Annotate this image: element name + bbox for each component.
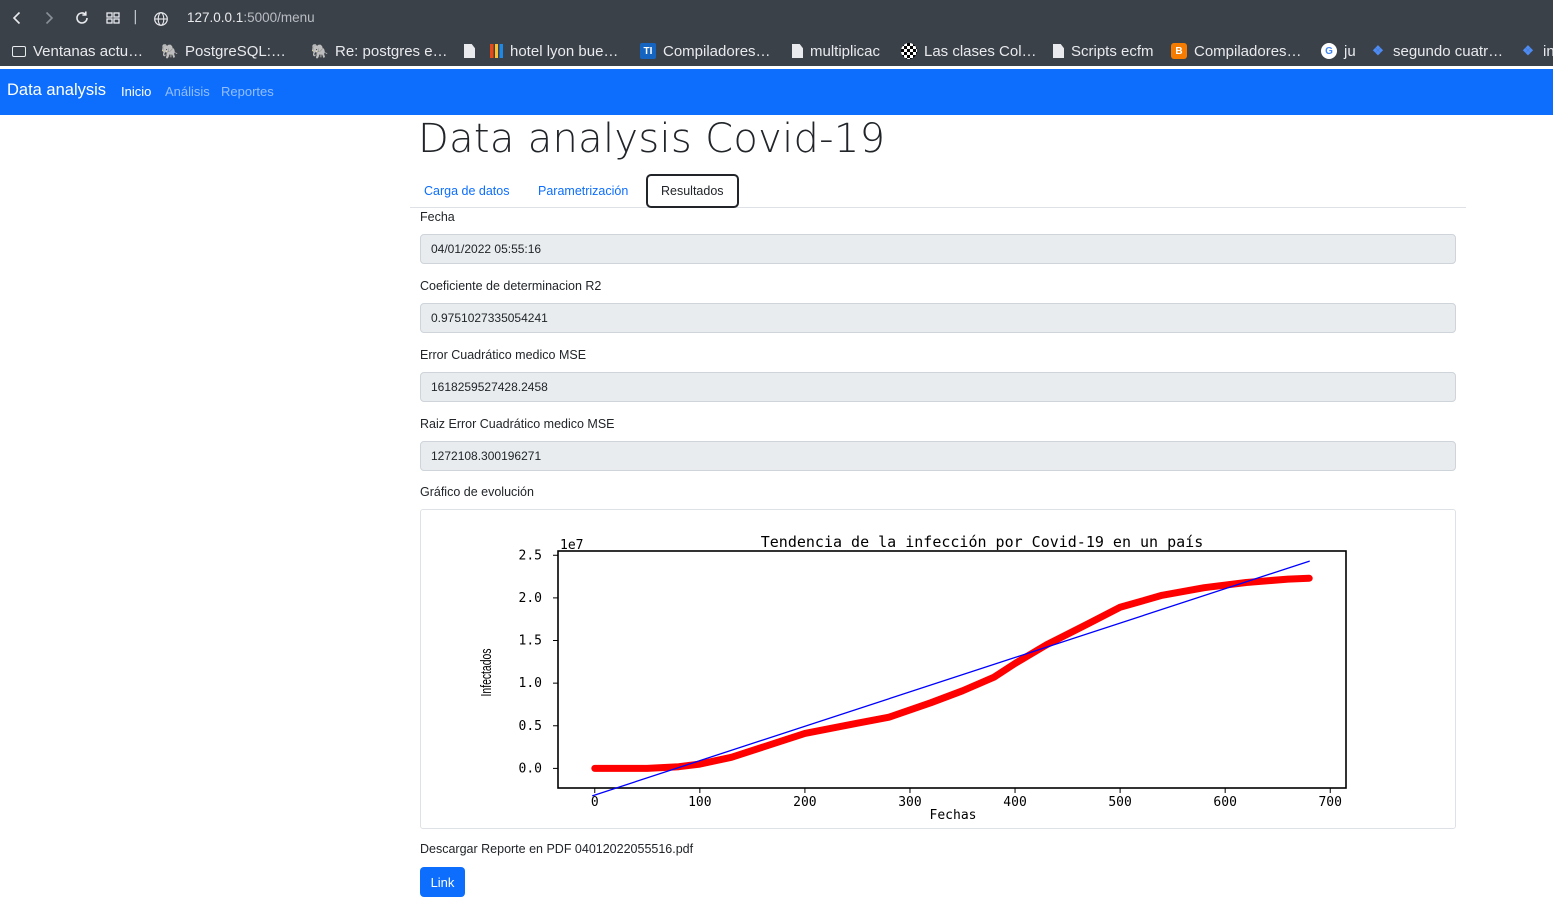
y-tick-label: 2.0 <box>519 591 542 606</box>
folder-icon <box>12 45 26 57</box>
document-icon <box>1053 44 1064 58</box>
x-tick-label: 700 <box>1318 795 1341 810</box>
chart-title: Tendencia de la infección por Covid-19 e… <box>761 533 1204 551</box>
globe-icon <box>154 12 168 26</box>
chart-section-label: Gráfico de evolución <box>420 485 534 499</box>
bookmark-item[interactable]: B Compiladores… <box>1171 42 1302 60</box>
browser-toolbar: | 127.0.0.1:5000/menu <box>0 0 1553 37</box>
nav-reportes[interactable]: Reportes <box>221 84 274 99</box>
bookmarks-bar: Ventanas actu… 🐘 PostgreSQL:… 🐘 Re: postgr… <box>0 37 1553 66</box>
regression-line <box>592 560 1310 797</box>
bookmark-item[interactable]: Ventanas actu… <box>12 42 143 60</box>
y-axis-label: Infectados <box>477 649 494 697</box>
y-tick-label: 0.0 <box>519 761 542 776</box>
bookmark-item[interactable] <box>464 42 475 60</box>
y-multiplier-label: 1e7 <box>560 538 583 553</box>
y-tick-label: 2.5 <box>519 548 542 563</box>
bookmark-item[interactable]: Gju <box>1321 42 1356 60</box>
mse-field[interactable]: 1618259527428.2458 <box>420 372 1456 402</box>
bookmark-item[interactable]: multiplicac <box>792 42 880 60</box>
checker-icon <box>901 43 917 59</box>
x-tick-label: 500 <box>1108 795 1131 810</box>
y-tick-label: 1.5 <box>519 634 542 649</box>
postgres-icon: 🐘 <box>161 42 179 59</box>
bookmark-item[interactable]: Scripts ecfm <box>1053 42 1154 60</box>
bookmark-item[interactable]: Las clases Col… <box>901 42 1037 60</box>
y-tick-label: 1.0 <box>519 676 542 691</box>
tab-bar: Carga de datos Parametrización Resultado… <box>410 174 1466 208</box>
rmse-label: Raiz Error Cuadrático medico MSE <box>420 417 615 431</box>
download-report-text: Descargar Reporte en PDF 04012022055516.… <box>420 842 694 856</box>
bookmark-item[interactable]: TI Compiladores… <box>640 42 771 60</box>
document-icon <box>792 44 803 58</box>
postgres-icon: 🐘 <box>311 42 329 59</box>
x-tick-label: 300 <box>898 795 921 810</box>
address-bar[interactable]: 127.0.0.1:5000/menu <box>187 10 315 25</box>
back-icon[interactable] <box>7 8 27 28</box>
x-axis-label: Fechas <box>930 808 977 823</box>
app-navbar: Data analysis Inicio Análisis Reportes <box>0 69 1553 115</box>
blogger-icon: B <box>1171 43 1187 59</box>
bookmark-item[interactable]: 🐘 Re: postgres e… <box>311 42 447 60</box>
fecha-field[interactable]: 04/01/2022 05:55:16 <box>420 234 1456 264</box>
bookmark-item[interactable]: ❖ segundo cuatr… <box>1370 42 1503 60</box>
bookmark-item[interactable]: ❖ in <box>1520 42 1553 60</box>
x-tick-label: 200 <box>793 795 816 810</box>
nav-analisis[interactable]: Análisis <box>165 84 210 99</box>
google-icon: G <box>1321 43 1337 59</box>
r2-label: Coeficiente de determinacion R2 <box>420 279 602 293</box>
r2-field[interactable]: 0.9751027335054241 <box>420 303 1456 333</box>
url-separator: | <box>133 9 138 25</box>
forward-icon[interactable] <box>39 8 59 28</box>
nav-inicio[interactable]: Inicio <box>121 84 151 99</box>
x-tick-label: 600 <box>1213 795 1236 810</box>
mse-label: Error Cuadrático medico MSE <box>420 348 587 362</box>
evolution-chart: 0 100 200 300 400 500 600 700 0.0 0.5 1.0 1.5 2.0 2.5… <box>420 509 1456 829</box>
download-link-button[interactable]: Link <box>420 867 465 897</box>
dropbox-icon: ❖ <box>1522 43 1534 58</box>
tab-resultados[interactable]: Resultados <box>646 174 739 208</box>
infection-data-line <box>591 574 1313 772</box>
reload-icon[interactable] <box>72 8 92 28</box>
x-tick-label: 400 <box>1003 795 1026 810</box>
fecha-label: Fecha <box>420 210 455 224</box>
page-title: Data analysis Covid-19 <box>418 116 886 162</box>
bookmark-item[interactable]: hotel lyon bue… <box>490 42 618 60</box>
chart-svg: 0 100 200 300 400 500 600 700 0.0 0.5 1.0 1.5 2.0 2.5… <box>477 533 1347 823</box>
ti-icon: TI <box>640 43 656 59</box>
x-tick-label: 0 <box>591 795 599 810</box>
bars-icon <box>490 44 503 58</box>
y-tick-label: 0.5 <box>519 719 542 734</box>
rmse-field[interactable]: 1272108.300196271 <box>420 441 1456 471</box>
tab-grid-icon[interactable] <box>103 8 123 28</box>
dropbox-icon: ❖ <box>1372 43 1384 58</box>
x-tick-label: 100 <box>688 795 711 810</box>
tab-parametrizacion[interactable]: Parametrización <box>525 174 641 208</box>
navbar-brand[interactable]: Data analysis <box>7 81 106 100</box>
document-icon <box>464 44 475 58</box>
tab-carga-de-datos[interactable]: Carga de datos <box>411 174 522 208</box>
bookmark-item[interactable]: 🐘 PostgreSQL:… <box>161 42 286 60</box>
